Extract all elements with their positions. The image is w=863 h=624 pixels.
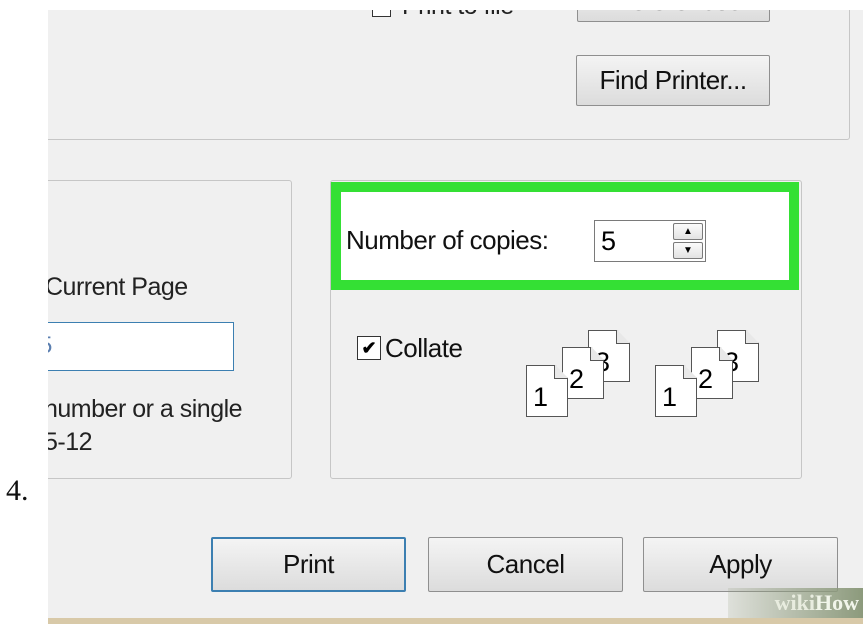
- number-of-copies-label: Number of copies:: [346, 225, 549, 255]
- number-of-copies-input[interactable]: 5 ▲ ▼: [594, 220, 706, 262]
- step-number: 4.: [6, 474, 29, 507]
- page-range-hint-line2: 5-12: [48, 428, 93, 456]
- cancel-button[interactable]: Cancel: [428, 537, 623, 592]
- page-1: 1: [662, 382, 678, 412]
- page-2: 2: [569, 364, 585, 394]
- print-to-file-checkbox[interactable]: [372, 10, 391, 17]
- collate-checkbox[interactable]: ✔: [357, 336, 381, 360]
- pages-input[interactable]: 5: [48, 322, 234, 371]
- wikihow-how: How: [815, 590, 859, 615]
- number-of-copies-value: 5: [601, 226, 617, 256]
- spinner-down-icon[interactable]: ▼: [673, 242, 703, 259]
- collate-pages-icon: 3 2 1: [524, 330, 634, 430]
- pages-input-value: 5: [48, 332, 52, 360]
- find-printer-button[interactable]: Find Printer...: [576, 55, 770, 106]
- print-to-file-label: Print to file: [402, 10, 514, 21]
- print-dialog: Print to file Preferences Find Printer..…: [48, 10, 863, 624]
- spinner-up-icon[interactable]: ▲: [673, 223, 703, 240]
- current-page-label[interactable]: Current Page: [48, 273, 188, 302]
- collate-label: Collate: [385, 333, 463, 363]
- collate-pages-icon-2: 3 2 1: [653, 330, 763, 430]
- print-button[interactable]: Print: [211, 537, 406, 592]
- page-1: 1: [533, 382, 549, 412]
- preferences-button[interactable]: Preferences: [577, 10, 770, 22]
- copies-spinner[interactable]: ▲ ▼: [673, 223, 703, 259]
- apply-button[interactable]: Apply: [643, 537, 838, 592]
- wikihow-wiki: wiki: [774, 590, 815, 615]
- page-range-hint-line1: number or a single: [48, 395, 243, 423]
- wikihow-watermark: wiki How: [728, 588, 863, 618]
- page-2: 2: [698, 364, 714, 394]
